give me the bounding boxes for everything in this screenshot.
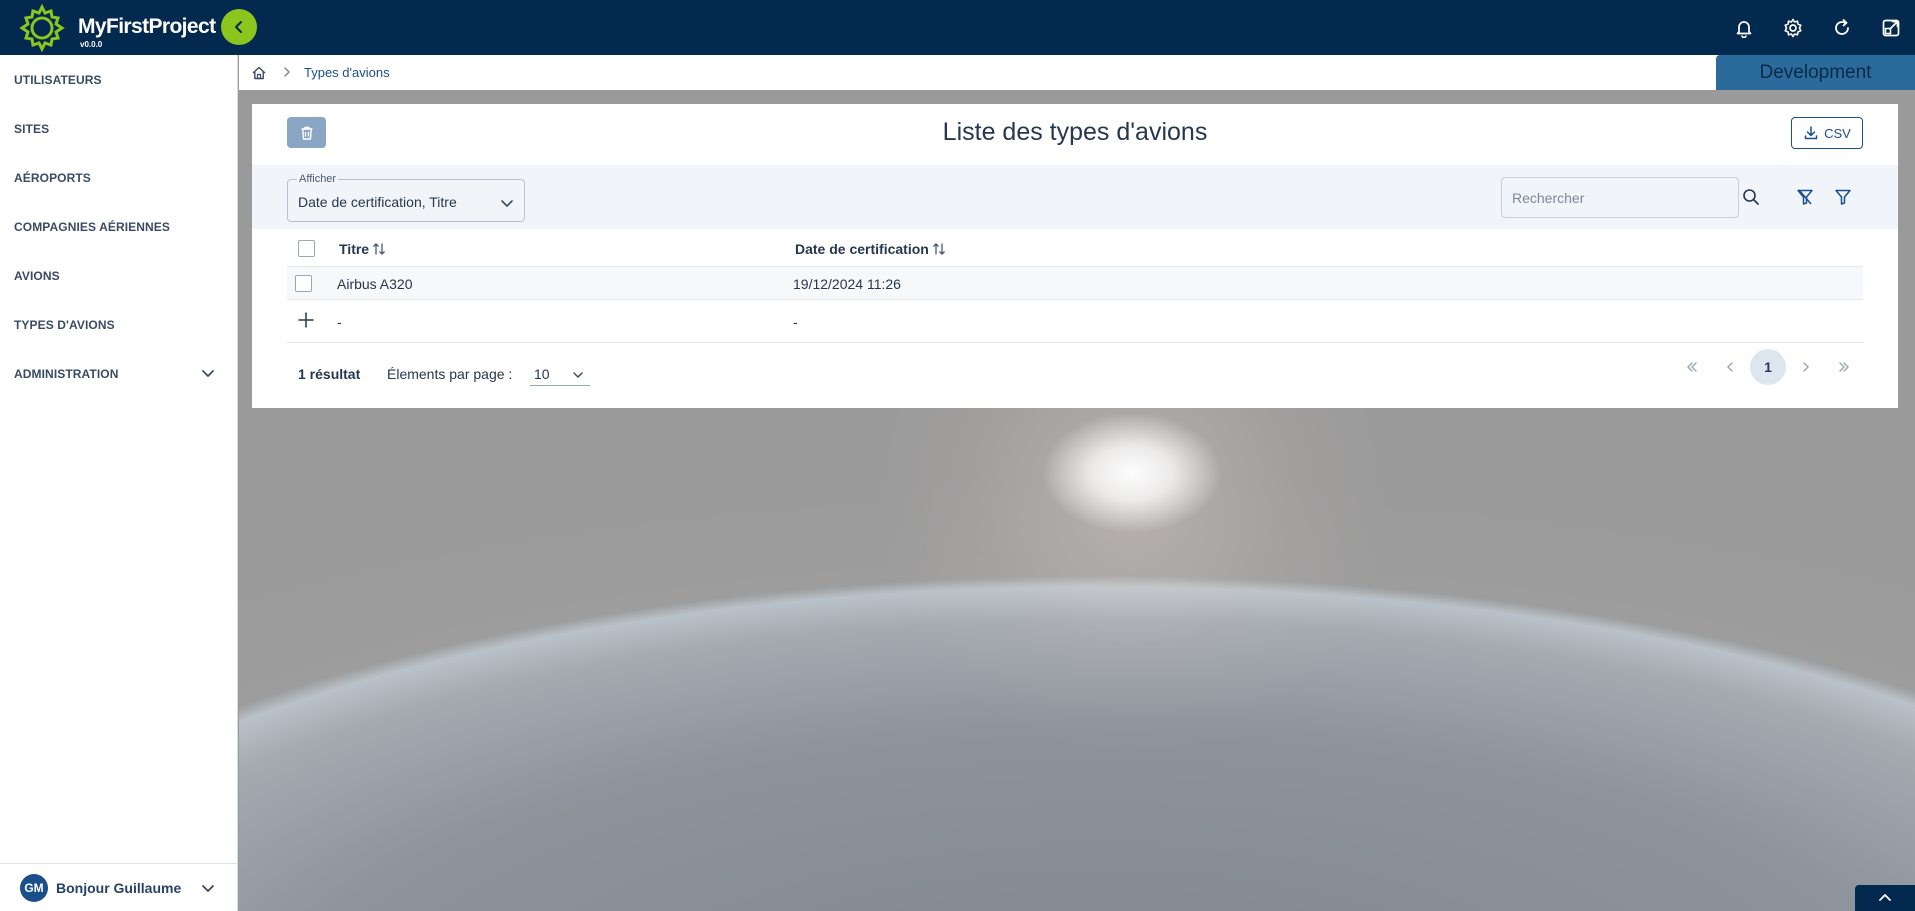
chevron-down-icon <box>202 370 214 377</box>
plus-icon[interactable] <box>297 311 315 329</box>
sidebar: UTILISATEURS SITES AÉROPORTS COMPAGNIES … <box>0 55 238 911</box>
select-all-checkbox[interactable] <box>298 240 315 257</box>
breadcrumb-current[interactable]: Types d'avions <box>304 65 390 80</box>
cell-date: 19/12/2024 11:26 <box>793 276 901 292</box>
open-external-button[interactable] <box>1866 0 1915 55</box>
page-title: Liste des types d'avions <box>942 118 1208 146</box>
sidebar-item-label: UTILISATEURS <box>14 72 102 87</box>
sidebar-item-label: TYPES D'AVIONS <box>14 317 115 332</box>
collapse-sidebar-button[interactable] <box>221 9 257 45</box>
search-input[interactable] <box>1501 177 1739 218</box>
sidebar-item-label: SITES <box>14 121 50 136</box>
chevrons-left-icon <box>1687 362 1697 372</box>
external-link-icon <box>1882 19 1899 36</box>
filter-icon[interactable] <box>1834 188 1852 206</box>
result-count: 1 résultat <box>298 366 361 382</box>
download-icon <box>1804 126 1818 140</box>
chevron-down-icon <box>573 372 583 379</box>
user-menu[interactable]: GM Bonjour Guillaume <box>0 863 237 911</box>
per-page-value: 10 <box>534 365 550 382</box>
app-version: v0.0.0 <box>80 40 103 49</box>
sidebar-item-utilisateurs[interactable]: UTILISATEURS <box>0 55 237 104</box>
bell-icon <box>1736 20 1751 38</box>
clear-filter-icon[interactable] <box>1796 188 1814 206</box>
refresh-icon <box>1834 18 1849 35</box>
next-page-button[interactable] <box>1787 349 1825 385</box>
sidebar-item-avions[interactable]: AVIONS <box>0 251 237 300</box>
column-header-label: Titre <box>339 241 370 257</box>
gear-logo-icon <box>19 3 65 53</box>
sidebar-item-administration[interactable]: ADMINISTRATION <box>0 349 237 398</box>
app-name: MyFirstProject <box>78 15 216 38</box>
sidebar-item-label: AÉROPORTS <box>14 170 91 185</box>
top-bar: MyFirstProject v0.0.0 <box>0 0 1915 55</box>
sort-icon <box>933 243 945 255</box>
per-page-select[interactable]: 10 <box>530 362 590 386</box>
sidebar-item-aeroports[interactable]: AÉROPORTS <box>0 153 237 202</box>
new-row-titre: - <box>337 314 342 330</box>
chevron-left-icon <box>235 21 242 33</box>
first-page-button[interactable] <box>1673 349 1711 385</box>
chevron-right-icon <box>1803 362 1809 372</box>
scroll-to-top-button[interactable] <box>1855 885 1915 911</box>
display-columns-select[interactable]: Afficher Date de certification, Titre <box>287 173 525 222</box>
table-toolbar: Afficher Date de certification, Titre <box>252 165 1898 229</box>
chevron-right-icon <box>284 67 290 77</box>
column-header-titre[interactable]: Titre <box>339 241 386 257</box>
top-icons <box>1719 0 1915 55</box>
refresh-button[interactable] <box>1817 0 1866 55</box>
cell-titre: Airbus A320 <box>337 276 413 292</box>
chevron-down-icon <box>501 200 513 207</box>
user-greeting: Bonjour Guillaume <box>56 879 182 896</box>
sidebar-item-types-avions[interactable]: TYPES D'AVIONS <box>0 300 237 349</box>
per-page-label: Élements par page : <box>387 366 513 382</box>
chevron-up-icon <box>1879 894 1891 901</box>
last-page-button[interactable] <box>1825 349 1863 385</box>
sidebar-item-label: COMPAGNIES AÉRIENNES <box>14 219 171 234</box>
export-csv-button[interactable]: CSV <box>1791 117 1863 149</box>
gear-icon <box>1783 18 1802 37</box>
sidebar-item-label: ADMINISTRATION <box>14 366 119 381</box>
export-csv-label: CSV <box>1824 125 1851 141</box>
column-header-date-certification[interactable]: Date de certification <box>795 241 946 257</box>
chevrons-right-icon <box>1839 362 1849 372</box>
breadcrumb: Types d'avions Development <box>239 55 1915 90</box>
page-number-button[interactable]: 1 <box>1750 349 1786 385</box>
sort-icon <box>373 243 385 255</box>
main-content: Types d'avions Development Liste des typ… <box>239 55 1915 911</box>
column-header-label: Date de certification <box>795 241 929 257</box>
environment-badge: Development <box>1716 55 1915 90</box>
new-row-date: - <box>793 314 798 330</box>
chevron-down-icon <box>202 885 214 892</box>
settings-button[interactable] <box>1768 0 1817 55</box>
table-header: Titre Date de certification <box>287 229 1863 267</box>
sidebar-item-label: AVIONS <box>14 268 60 283</box>
chevron-left-icon <box>1727 362 1733 372</box>
table-footer: 1 résultat Élements par page : 10 1 <box>287 343 1863 403</box>
sidebar-item-sites[interactable]: SITES <box>0 104 237 153</box>
display-columns-value: Date de certification, Titre <box>298 194 457 210</box>
table-row[interactable]: Airbus A320 19/12/2024 11:26 <box>287 267 1863 300</box>
search-icon[interactable] <box>1742 188 1760 206</box>
previous-page-button[interactable] <box>1711 349 1749 385</box>
new-row: - - <box>287 300 1863 343</box>
home-icon[interactable] <box>251 65 267 81</box>
list-panel: Liste des types d'avions CSV Afficher Da… <box>252 104 1898 408</box>
sidebar-item-compagnies-aeriennes[interactable]: COMPAGNIES AÉRIENNES <box>0 202 237 251</box>
notifications-button[interactable] <box>1719 0 1768 55</box>
display-columns-label: Afficher <box>297 173 339 185</box>
row-checkbox[interactable] <box>295 275 312 292</box>
pagination: 1 <box>1673 349 1863 385</box>
avatar: GM <box>20 873 48 902</box>
